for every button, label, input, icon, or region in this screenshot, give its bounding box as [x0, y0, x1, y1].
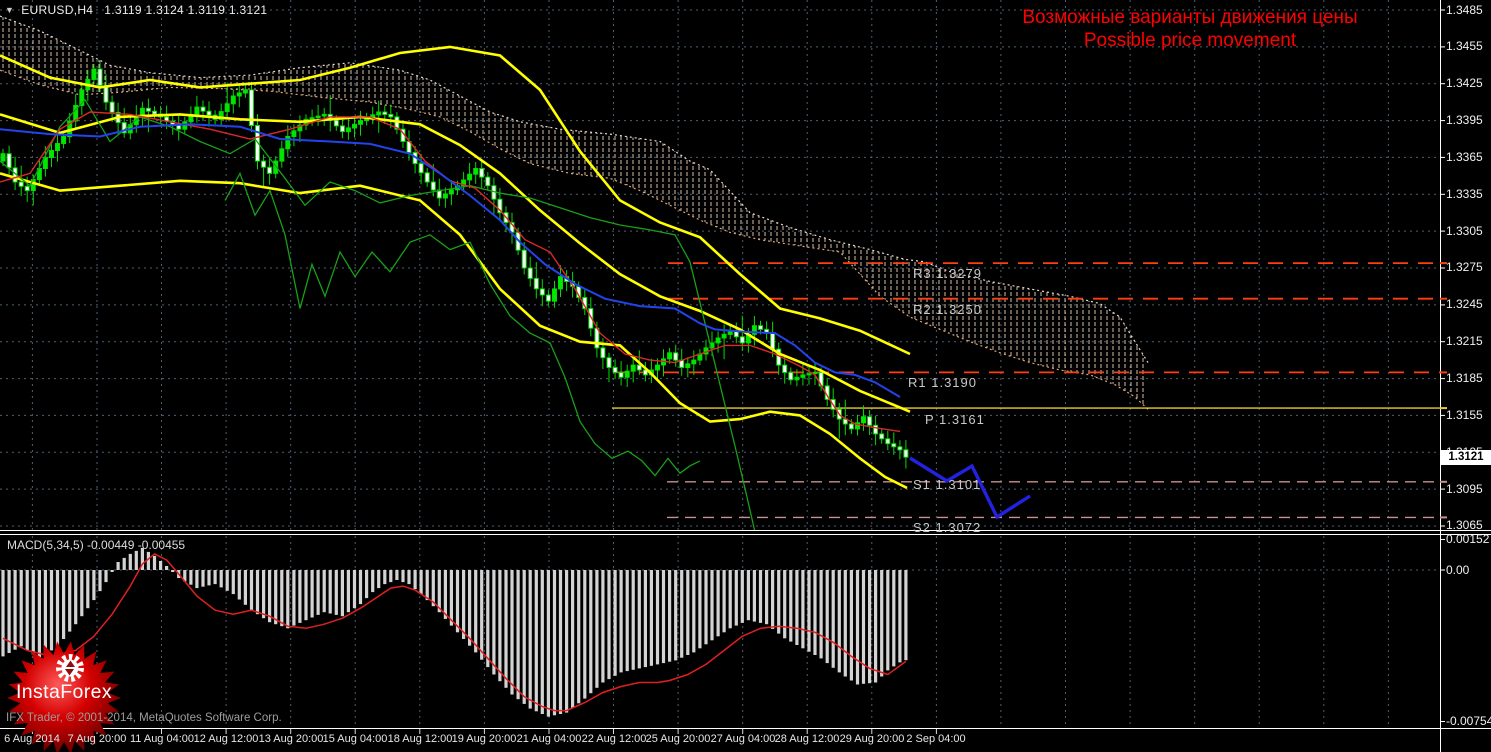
- pivot-label-p: P 1.3161: [925, 412, 985, 427]
- pivot-label-r1: R1 1.3190: [908, 375, 977, 390]
- macd-axis-label: 0.00: [1446, 563, 1470, 577]
- symbol-dropdown-icon[interactable]: ▼: [5, 5, 14, 15]
- price-axis-label: 1.3095: [1446, 482, 1483, 496]
- macd-axis-label: 0.00152: [1446, 532, 1490, 546]
- pivot-label-s2: S2 1.3072: [913, 520, 982, 535]
- price-axis-label: 1.3245: [1446, 297, 1483, 311]
- price-axis-label: 1.3485: [1446, 3, 1483, 17]
- price-axis-label: 1.3425: [1446, 76, 1483, 90]
- pivot-label-r2: R2 1.3250: [913, 302, 982, 317]
- macd-axis-label: -0.00754: [1446, 714, 1491, 728]
- price-axis-label: 1.3185: [1446, 371, 1483, 385]
- ohlc-values: 1.3119 1.3124 1.3119 1.3121: [104, 3, 268, 17]
- price-axis-label: 1.3365: [1446, 150, 1483, 164]
- current-price-tag: 1.3121: [1441, 450, 1491, 465]
- price-axis-label: 1.3275: [1446, 260, 1483, 274]
- annotation-line-ru: Возможные варианты движения цены: [1022, 7, 1358, 28]
- price-axis-label: 1.3335: [1446, 187, 1483, 201]
- grid: [0, 0, 1440, 727]
- price-axis-label: 1.3455: [1446, 39, 1483, 53]
- time-axis-label: 2 Sep 04:00: [906, 733, 966, 745]
- price-axis-label: 1.3395: [1446, 113, 1483, 127]
- macd-indicator-label: MACD(5,34,5) -0.00449 -0.00455: [7, 538, 186, 552]
- price-axis-label: 1.3065: [1446, 518, 1483, 532]
- macd-histogram: [1, 547, 908, 717]
- copyright-text: IFX Trader, © 2001-2014, MetaQuotes Soft…: [6, 712, 282, 724]
- forecast-annotation: Возможные варианты движения цены Possibl…: [975, 6, 1405, 52]
- annotation-line-en: Possible price movement: [1083, 30, 1297, 51]
- price-axis-label: 1.3155: [1446, 408, 1483, 422]
- chikou-lower-line: [224, 171, 701, 477]
- price-chart-canvas[interactable]: [0, 0, 1491, 752]
- pivot-label-s1: S1 1.3101: [913, 477, 982, 492]
- bollinger-upper-line: [0, 45, 911, 356]
- chart-title-bar: ▼ EURUSD,H4 1.3119 1.3124 1.3119 1.3121: [5, 3, 267, 17]
- tenkan-line: [0, 111, 901, 433]
- price-axis-label: 1.3305: [1446, 224, 1483, 238]
- brand-text: InstaForex: [15, 681, 113, 703]
- price-axis-label: 1.3215: [1446, 334, 1483, 348]
- macd-signal-line: [2, 553, 907, 712]
- pivot-label-r3: R3 1.3279: [913, 266, 982, 281]
- chart-window: ▼ EURUSD,H4 1.3119 1.3124 1.3119 1.3121 Во…: [0, 0, 1491, 752]
- kijun-line: [0, 123, 901, 398]
- symbol-period-label: EURUSD,H4: [21, 3, 94, 17]
